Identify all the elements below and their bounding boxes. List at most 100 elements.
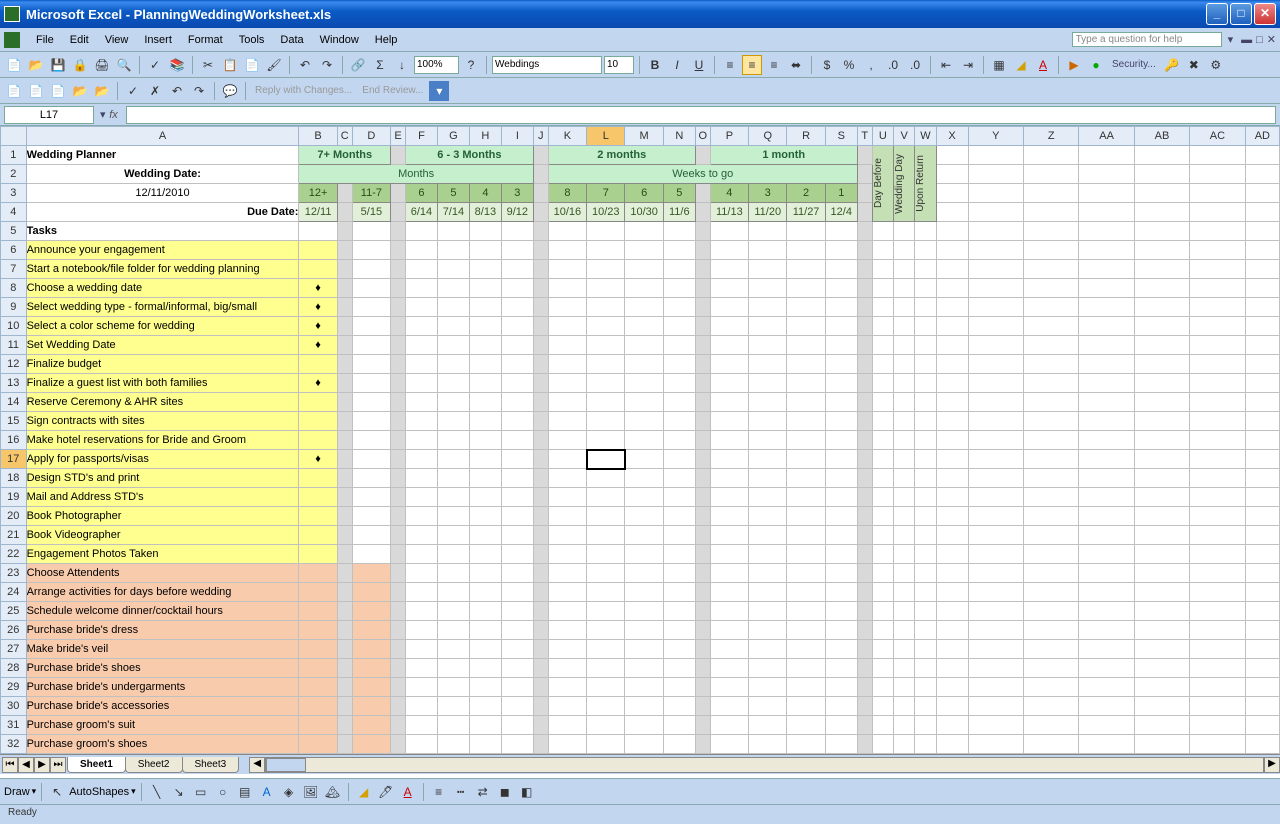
align-left-icon[interactable]: ≡ [720,55,740,75]
tab-sheet1[interactable]: Sheet1 [67,757,126,773]
task-row-27[interactable]: 27Make bride's veil [1,640,1280,659]
task-row-19[interactable]: 19Mail and Address STD's [1,488,1280,507]
line-color-icon[interactable]: 🖊 [376,782,396,802]
textbox-icon[interactable]: ▤ [235,782,255,802]
row-header-2[interactable]: 2 [1,165,27,184]
sec1-icon[interactable]: 🔑 [1162,55,1182,75]
col-header-Y[interactable]: Y [968,127,1023,146]
rev6-icon[interactable]: ✓ [123,81,143,101]
task-row-16[interactable]: 16Make hotel reservations for Bride and … [1,431,1280,450]
menu-data[interactable]: Data [272,31,311,49]
tab-nav-last-icon[interactable]: ⏭ [50,757,66,773]
menu-view[interactable]: View [97,31,137,49]
copy-icon[interactable]: 📋 [220,55,240,75]
task-row-15[interactable]: 15Sign contracts with sites [1,412,1280,431]
row-header-24[interactable]: 24 [1,583,27,602]
col-header-O[interactable]: O [695,127,710,146]
doc-minimize-icon[interactable]: ▬ [1241,34,1252,46]
spreadsheet-grid[interactable]: ABCDEFGHIJKLMNOPQRSTUVWXYZAAABACAD 1Wedd… [0,126,1280,754]
picture-icon[interactable]: 🏔 [323,782,343,802]
col-header-A[interactable]: A [26,127,299,146]
col-header-W[interactable]: W [915,127,936,146]
task-row-29[interactable]: 29Purchase bride's undergarments [1,678,1280,697]
col-header-F[interactable]: F [405,127,437,146]
rev8-icon[interactable]: ↶ [167,81,187,101]
task-row-17[interactable]: 17Apply for passports/visas♦ [1,450,1280,469]
spell-icon[interactable]: ✓ [145,55,165,75]
horizontal-scrollbar[interactable]: ◀ ▶ [249,757,1280,773]
menu-file[interactable]: File [28,31,62,49]
col-header-I[interactable]: I [501,127,533,146]
row-header-8[interactable]: 8 [1,279,27,298]
row-header-25[interactable]: 25 [1,602,27,621]
open-icon[interactable]: 📂 [26,55,46,75]
task-row-32[interactable]: 32Purchase groom's shoes [1,735,1280,754]
draw-menu[interactable]: Draw [4,786,30,798]
arrow-icon[interactable]: ▶ [1064,55,1084,75]
task-row-13[interactable]: 13Finalize a guest list with both famili… [1,374,1280,393]
oval-icon[interactable]: ○ [213,782,233,802]
currency-icon[interactable]: $ [817,55,837,75]
rev-end-icon[interactable]: ▾ [429,81,449,101]
comma-icon[interactable]: , [861,55,881,75]
task-row-22[interactable]: 22Engagement Photos Taken [1,545,1280,564]
hscroll-left-icon[interactable]: ◀ [249,757,265,773]
task-row-10[interactable]: 10Select a color scheme for wedding♦ [1,317,1280,336]
line-icon[interactable]: ╲ [147,782,167,802]
row-header-13[interactable]: 13 [1,374,27,393]
row-header-32[interactable]: 32 [1,735,27,754]
col-header-P[interactable]: P [710,127,748,146]
col-header-R[interactable]: R [787,127,825,146]
paste-icon[interactable]: 📄 [242,55,262,75]
research-icon[interactable]: 📚 [167,55,187,75]
col-header-Q[interactable]: Q [749,127,787,146]
help-dropdown-icon[interactable]: ▾ [1228,33,1234,46]
cut-icon[interactable]: ✂ [198,55,218,75]
fx-icon[interactable]: fx [106,109,122,121]
task-row-18[interactable]: 18Design STD's and print [1,469,1280,488]
row-header-27[interactable]: 27 [1,640,27,659]
dec-decimal-icon[interactable]: .0 [905,55,925,75]
font-size-combo[interactable] [604,56,634,74]
arrow-shape-icon[interactable]: ↘ [169,782,189,802]
tab-nav-next-icon[interactable]: ▶ [34,757,50,773]
row-header-30[interactable]: 30 [1,697,27,716]
task-row-21[interactable]: 21Book Videographer [1,526,1280,545]
dash-style-icon[interactable]: ┅ [451,782,471,802]
font-color2-icon[interactable]: A [398,782,418,802]
col-header-Z[interactable]: Z [1023,127,1078,146]
col-header-corner[interactable] [1,127,27,146]
autosum-icon[interactable]: Σ [370,55,390,75]
row-header-19[interactable]: 19 [1,488,27,507]
col-header-T[interactable]: T [857,127,872,146]
task-row-20[interactable]: 20Book Photographer [1,507,1280,526]
menu-edit[interactable]: Edit [62,31,97,49]
col-header-AB[interactable]: AB [1134,127,1189,146]
inc-indent-icon[interactable]: ⇥ [958,55,978,75]
row-header-15[interactable]: 15 [1,412,27,431]
row-header-17[interactable]: 17 [1,450,27,469]
3d-icon[interactable]: ◧ [517,782,537,802]
merge-icon[interactable]: ⬌ [786,55,806,75]
circle-icon[interactable]: ● [1086,55,1106,75]
col-header-AC[interactable]: AC [1190,127,1245,146]
menu-format[interactable]: Format [180,31,231,49]
row-header-31[interactable]: 31 [1,716,27,735]
col-header-L[interactable]: L [587,127,625,146]
menu-insert[interactable]: Insert [136,31,180,49]
undo-icon[interactable]: ↶ [295,55,315,75]
tab-sheet2[interactable]: Sheet2 [125,757,183,773]
row-header-20[interactable]: 20 [1,507,27,526]
col-header-M[interactable]: M [625,127,663,146]
task-row-9[interactable]: 9Select wedding type - formal/informal, … [1,298,1280,317]
rev1-icon[interactable]: 📄 [4,81,24,101]
rev9-icon[interactable]: ↷ [189,81,209,101]
row-header-1[interactable]: 1 [1,146,27,165]
underline-icon[interactable]: U [689,55,709,75]
col-header-V[interactable]: V [893,127,914,146]
arrow-style-icon[interactable]: ⇄ [473,782,493,802]
borders-icon[interactable]: ▦ [989,55,1009,75]
close-button[interactable]: ✕ [1254,3,1276,25]
tab-nav-first-icon[interactable]: ⏮ [2,757,18,773]
italic-icon[interactable]: I [667,55,687,75]
